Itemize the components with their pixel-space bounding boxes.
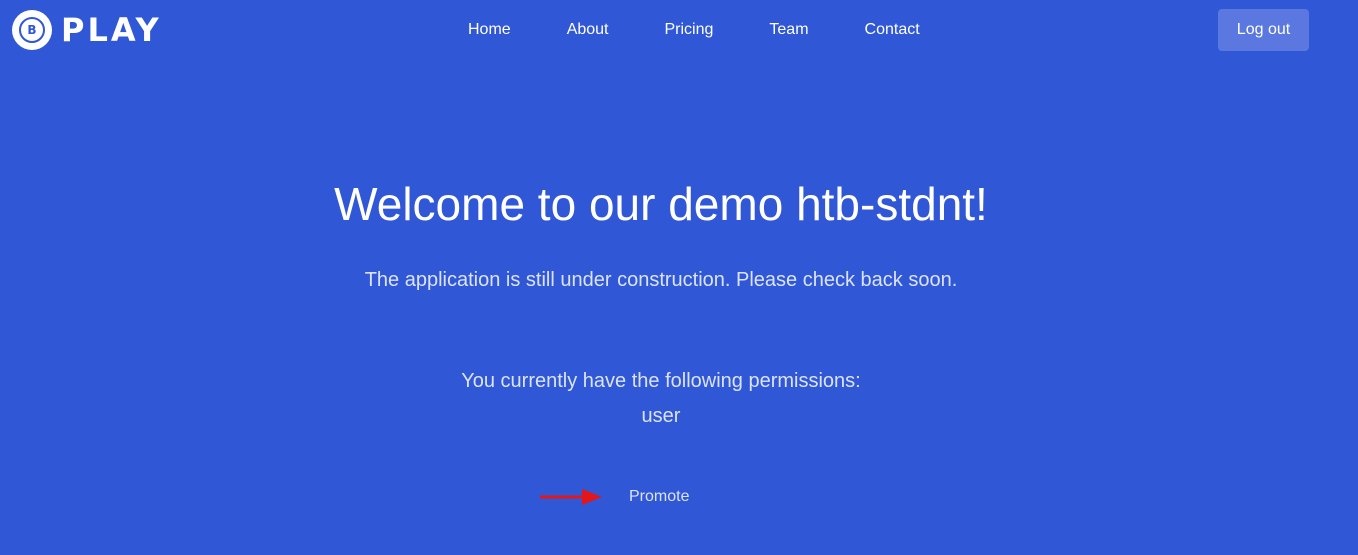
nav-link-pricing[interactable]: Pricing (637, 19, 742, 41)
red-arrow-annotation-icon (540, 489, 602, 505)
permissions-label: You currently have the following permiss… (461, 370, 861, 392)
nav-link-contact[interactable]: Contact (837, 19, 948, 41)
top-navbar: B PLAY Home About Pricing Team Contact L… (0, 0, 1358, 60)
welcome-heading: Welcome to our demo htb-stdnt! (334, 178, 988, 230)
permissions-value: user (641, 405, 681, 427)
logout-button[interactable]: Log out (1218, 9, 1309, 51)
promote-link[interactable]: Promote (624, 486, 694, 508)
brand-logo[interactable]: B PLAY (12, 10, 162, 50)
construction-notice: The application is still under construct… (364, 269, 958, 291)
main-nav: Home About Pricing Team Contact (440, 19, 948, 41)
logo-text: PLAY (61, 11, 162, 49)
logo-letter: B (19, 17, 45, 43)
logo-badge-icon: B (12, 10, 52, 50)
nav-link-team[interactable]: Team (741, 19, 836, 41)
nav-link-home[interactable]: Home (440, 19, 539, 41)
nav-link-about[interactable]: About (539, 19, 637, 41)
